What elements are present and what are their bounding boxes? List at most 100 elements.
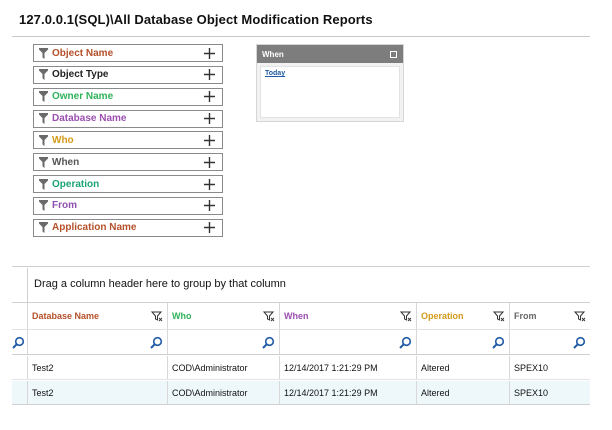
search-cell-when[interactable] bbox=[279, 330, 416, 354]
cell-when: 12/14/2017 1:21:29 PM bbox=[279, 356, 416, 379]
search-cell-who[interactable] bbox=[167, 330, 279, 354]
filter-from[interactable]: From bbox=[33, 196, 223, 215]
search-icon[interactable] bbox=[150, 336, 163, 349]
row-search-cell[interactable] bbox=[12, 330, 27, 354]
when-panel-body: Today bbox=[260, 66, 400, 118]
column-header-when[interactable]: When bbox=[279, 303, 416, 329]
filter-label: From bbox=[52, 200, 77, 212]
plus-icon[interactable] bbox=[202, 133, 216, 147]
cell-text: 12/14/2017 1:21:29 PM bbox=[284, 363, 378, 373]
column-header-from[interactable]: From bbox=[509, 303, 590, 329]
filter-object-name[interactable]: Object Name bbox=[33, 44, 223, 62]
page-title: 127.0.0.1(SQL)\All Database Object Modif… bbox=[19, 12, 373, 27]
cell-text: SPEX10 bbox=[514, 388, 549, 398]
title-divider bbox=[12, 36, 590, 37]
filter-owner-name[interactable]: Owner Name bbox=[33, 87, 223, 106]
cell-text: SPEX10 bbox=[514, 363, 549, 373]
column-filter-icon[interactable] bbox=[493, 310, 505, 322]
today-link[interactable]: Today bbox=[265, 70, 285, 77]
column-filter-icon[interactable] bbox=[263, 310, 275, 322]
cell-text: 12/14/2017 1:21:29 PM bbox=[284, 388, 378, 398]
cell-text: Altered bbox=[421, 388, 450, 398]
funnel-icon bbox=[37, 133, 50, 147]
plus-icon[interactable] bbox=[202, 177, 216, 191]
filter-application-name[interactable]: Application Name bbox=[33, 218, 223, 237]
filter-list: Object Name Object Type Owner Name Datab… bbox=[33, 44, 223, 241]
when-panel-header: When bbox=[257, 45, 403, 63]
cell-database-name: Test2 bbox=[27, 356, 167, 379]
filter-label: Owner Name bbox=[52, 91, 114, 103]
funnel-icon bbox=[37, 90, 50, 104]
column-header-operation[interactable]: Operation bbox=[416, 303, 509, 329]
funnel-icon bbox=[37, 199, 50, 213]
column-header-label: Operation bbox=[421, 311, 464, 321]
cell-operation: Altered bbox=[416, 381, 509, 404]
search-cell-from[interactable] bbox=[509, 330, 590, 354]
search-icon[interactable] bbox=[262, 336, 275, 349]
filter-object-type[interactable]: Object Type bbox=[33, 65, 223, 84]
funnel-icon bbox=[37, 221, 50, 235]
cell-from: SPEX10 bbox=[509, 381, 590, 404]
column-header-label: Who bbox=[172, 311, 192, 321]
filter-label: Application Name bbox=[52, 222, 137, 234]
plus-icon[interactable] bbox=[202, 46, 216, 60]
filter-operation[interactable]: Operation bbox=[33, 175, 223, 194]
maximize-icon[interactable] bbox=[390, 50, 397, 58]
search-cell-operation[interactable] bbox=[416, 330, 509, 354]
funnel-icon bbox=[37, 46, 50, 60]
search-cell-database-name[interactable] bbox=[27, 330, 167, 354]
column-filter-icon[interactable] bbox=[400, 310, 412, 322]
cell-text: Test2 bbox=[32, 363, 54, 373]
plus-icon[interactable] bbox=[202, 68, 216, 82]
cell-who: COD\Administrator bbox=[167, 381, 279, 404]
search-icon[interactable] bbox=[12, 336, 25, 349]
row-indicator bbox=[12, 381, 27, 404]
cell-who: COD\Administrator bbox=[167, 356, 279, 379]
funnel-icon bbox=[37, 112, 50, 126]
column-header-label: From bbox=[514, 311, 537, 321]
filter-label: Database Name bbox=[52, 113, 127, 125]
search-icon[interactable] bbox=[573, 336, 586, 349]
cell-operation: Altered bbox=[416, 356, 509, 379]
plus-icon[interactable] bbox=[202, 221, 216, 235]
table-row[interactable]: Test2 COD\Administrator 12/14/2017 1:21:… bbox=[12, 356, 590, 380]
grid-divider bbox=[12, 266, 590, 267]
grid-header-row: Database Name Who When Operation From bbox=[12, 302, 590, 329]
cell-database-name: Test2 bbox=[27, 381, 167, 404]
funnel-icon bbox=[37, 155, 50, 169]
cell-when: 12/14/2017 1:21:29 PM bbox=[279, 381, 416, 404]
when-filter-panel: When Today bbox=[256, 44, 404, 122]
row-indicator bbox=[12, 356, 27, 379]
when-panel-title: When bbox=[262, 49, 284, 59]
plus-icon[interactable] bbox=[202, 199, 216, 213]
filter-label: Who bbox=[52, 134, 74, 146]
group-by-area[interactable]: Drag a column header here to group by th… bbox=[27, 268, 590, 302]
column-header-who[interactable]: Who bbox=[167, 303, 279, 329]
plus-icon[interactable] bbox=[202, 155, 216, 169]
filter-who[interactable]: Who bbox=[33, 131, 223, 150]
column-header-label: When bbox=[284, 311, 309, 321]
search-icon[interactable] bbox=[399, 336, 412, 349]
funnel-icon bbox=[37, 68, 50, 82]
filter-label: Operation bbox=[52, 178, 100, 190]
column-header-database-name[interactable]: Database Name bbox=[27, 303, 167, 329]
cell-text: COD\Administrator bbox=[172, 363, 248, 373]
cell-text: Altered bbox=[421, 363, 450, 373]
funnel-icon bbox=[37, 177, 50, 191]
plus-icon[interactable] bbox=[202, 90, 216, 104]
search-icon[interactable] bbox=[492, 336, 505, 349]
filter-label: When bbox=[52, 156, 80, 168]
cell-text: COD\Administrator bbox=[172, 388, 248, 398]
grid-search-row bbox=[12, 329, 590, 355]
row-indicator-header bbox=[12, 303, 27, 329]
filter-label: Object Name bbox=[52, 47, 114, 59]
column-filter-icon[interactable] bbox=[151, 310, 163, 322]
filter-label: Object Type bbox=[52, 69, 109, 81]
filter-database-name[interactable]: Database Name bbox=[33, 109, 223, 128]
column-header-label: Database Name bbox=[32, 311, 100, 321]
filter-when[interactable]: When bbox=[33, 153, 223, 172]
plus-icon[interactable] bbox=[202, 112, 216, 126]
group-by-hint: Drag a column header here to group by th… bbox=[34, 278, 286, 290]
column-filter-icon[interactable] bbox=[574, 310, 586, 322]
table-row[interactable]: Test2 COD\Administrator 12/14/2017 1:21:… bbox=[12, 381, 590, 405]
